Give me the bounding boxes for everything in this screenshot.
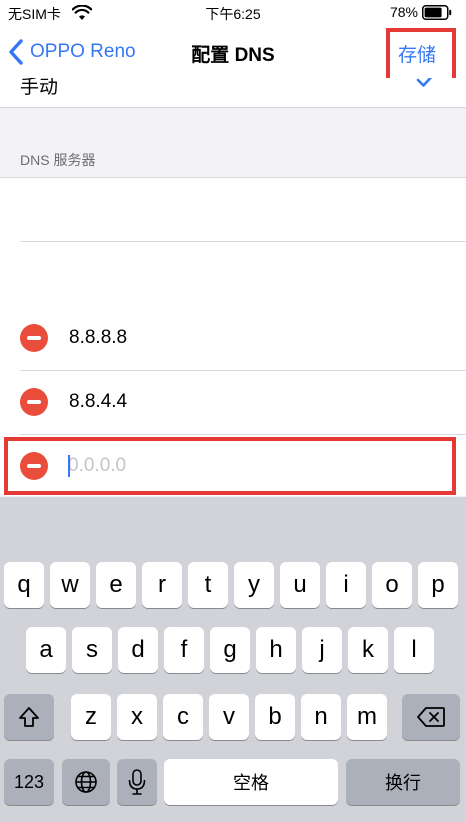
remove-dns-button[interactable] xyxy=(20,452,48,480)
key-r[interactable]: r xyxy=(142,562,182,608)
battery-icon xyxy=(422,5,452,20)
dns-server-list: 8.8.8.8 8.8.4.4 xyxy=(0,177,466,496)
globe-key[interactable] xyxy=(62,759,110,805)
key-m[interactable]: m xyxy=(347,694,387,740)
back-label: OPPO Reno xyxy=(30,41,136,62)
new-dns-server-input[interactable] xyxy=(68,451,368,481)
key-n[interactable]: n xyxy=(301,694,341,740)
space-key[interactable]: 空格 xyxy=(164,759,338,805)
dictation-key[interactable] xyxy=(117,759,157,805)
text-caret xyxy=(68,455,70,477)
key-y[interactable]: y xyxy=(234,562,274,608)
key-h[interactable]: h xyxy=(256,627,296,673)
dns-section-header: DNS 服务器 xyxy=(20,152,96,168)
shift-icon xyxy=(19,707,39,727)
key-s[interactable]: s xyxy=(72,627,112,673)
key-c[interactable]: c xyxy=(163,694,203,740)
globe-icon xyxy=(75,771,97,793)
save-button[interactable]: 存储 xyxy=(398,40,436,67)
row-divider xyxy=(20,241,466,242)
key-b[interactable]: b xyxy=(255,694,295,740)
backspace-icon xyxy=(417,707,445,727)
checkmark-icon xyxy=(416,78,433,87)
dns-server-row: 8.8.8.8 xyxy=(0,306,466,370)
key-v[interactable]: v xyxy=(209,694,249,740)
keyboard: qwertyuiop asdfghjkl zxcvbnm 123 空格 换行 xyxy=(0,497,466,822)
numbers-key[interactable]: 123 xyxy=(4,759,54,805)
return-key[interactable]: 换行 xyxy=(346,759,460,805)
remove-dns-button[interactable] xyxy=(20,388,48,416)
key-e[interactable]: e xyxy=(96,562,136,608)
key-g[interactable]: g xyxy=(210,627,250,673)
microphone-icon xyxy=(128,769,146,795)
key-p[interactable]: p xyxy=(418,562,458,608)
key-f[interactable]: f xyxy=(164,627,204,673)
dns-server-row-new xyxy=(0,434,466,498)
backspace-key[interactable] xyxy=(402,694,460,740)
screen: 无SIM卡 下午6:25 78% OPPO Reno 配置 DNS 存储 手动 xyxy=(0,0,466,822)
key-d[interactable]: d xyxy=(118,627,158,673)
dns-server-row: 8.8.4.4 xyxy=(0,370,466,434)
manual-label: 手动 xyxy=(20,78,59,98)
back-button[interactable]: OPPO Reno xyxy=(8,38,136,66)
key-w[interactable]: w xyxy=(50,562,90,608)
key-j[interactable]: j xyxy=(302,627,342,673)
key-i[interactable]: i xyxy=(326,562,366,608)
key-o[interactable]: o xyxy=(372,562,412,608)
key-z[interactable]: z xyxy=(71,694,111,740)
dns-server-value[interactable]: 8.8.8.8 xyxy=(69,327,127,349)
config-manual-row[interactable]: 手动 xyxy=(0,78,466,108)
key-x[interactable]: x xyxy=(117,694,157,740)
key-l[interactable]: l xyxy=(394,627,434,673)
shift-key[interactable] xyxy=(4,694,54,740)
remove-dns-button[interactable] xyxy=(20,324,48,352)
dns-server-value[interactable]: 8.8.4.4 xyxy=(69,391,127,413)
key-t[interactable]: t xyxy=(188,562,228,608)
battery-percent: 78% xyxy=(389,4,418,20)
key-k[interactable]: k xyxy=(348,627,388,673)
nav-bar: OPPO Reno 配置 DNS 存储 xyxy=(0,26,466,78)
key-q[interactable]: q xyxy=(4,562,44,608)
key-a[interactable]: a xyxy=(26,627,66,673)
status-bar: 无SIM卡 下午6:25 78% xyxy=(0,0,466,26)
key-u[interactable]: u xyxy=(280,562,320,608)
chevron-left-icon xyxy=(9,39,23,65)
